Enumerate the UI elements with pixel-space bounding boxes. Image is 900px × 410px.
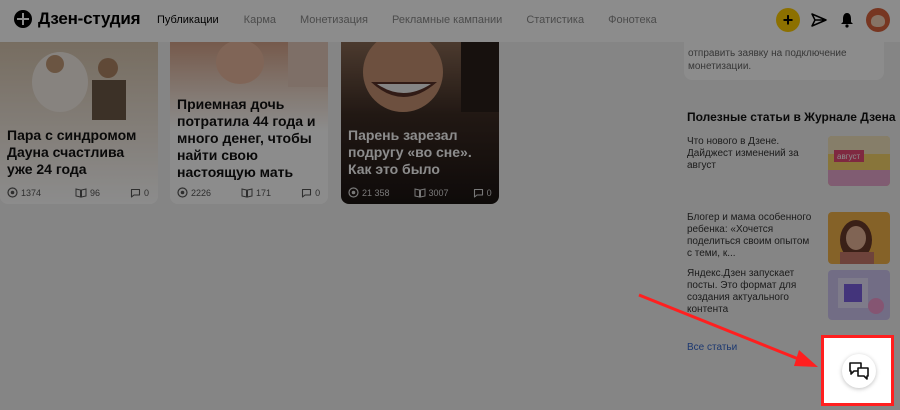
card-image (341, 42, 499, 204)
nav-item-phonoteka[interactable]: Фонотека (608, 14, 657, 26)
article-title[interactable]: Блогер и мама особенного ребенка: «Хочет… (687, 212, 815, 260)
card-stats: 2226 171 0 (177, 187, 320, 198)
logo-text: Дзен-студия (38, 9, 141, 28)
views-icon (348, 187, 359, 198)
views-icon (177, 187, 188, 198)
reads-count: 3007 (428, 187, 449, 198)
card-stats: 1374 96 0 (7, 187, 149, 198)
highlight-frame (821, 335, 894, 406)
publication-card[interactable]: Парень зарезал подругу «во сне». Как это… (341, 42, 499, 204)
thumb-word: август (837, 152, 861, 161)
reads-count: 171 (256, 187, 272, 198)
reads-icon (75, 187, 87, 198)
card-title[interactable]: Приемная дочь потратила 44 года и много … (177, 96, 320, 181)
zen-logo-icon (14, 10, 32, 28)
article-item[interactable]: Блогер и мама особенного ребенка: «Хочет… (687, 212, 897, 264)
article-thumbnail[interactable] (828, 270, 890, 320)
plus-icon: + (782, 9, 794, 30)
top-header: Дзен-студия Публикации Карма Монетизация… (0, 0, 900, 42)
reads-icon (414, 187, 426, 198)
nav-item-ad-campaigns[interactable]: Рекламные кампании (392, 14, 502, 26)
comments-icon (302, 188, 312, 198)
all-articles-link[interactable]: Все статьи (687, 342, 737, 353)
nav-item-monetization[interactable]: Монетизация (300, 14, 368, 26)
avatar[interactable] (866, 8, 890, 32)
article-thumbnail[interactable]: август (828, 136, 890, 186)
reads-icon (241, 187, 253, 198)
views-count: 1374 (21, 187, 42, 198)
header-actions: + (776, 8, 890, 32)
publication-card[interactable]: Приемная дочь потратила 44 года и много … (170, 42, 328, 204)
comments-icon (473, 188, 483, 198)
promo-text: отправить заявку на подключение монетиза… (688, 48, 847, 72)
card-title[interactable]: Парень зарезал подругу «во сне». Как это… (348, 127, 491, 178)
nav-item-karma[interactable]: Карма (244, 14, 276, 26)
views-icon (7, 187, 18, 198)
article-image (828, 270, 890, 320)
bell-icon[interactable] (838, 11, 856, 29)
chat-icon (849, 362, 869, 380)
comments-count: 0 (315, 187, 321, 198)
card-stats: 21 358 3007 0 (348, 187, 492, 198)
publication-card[interactable]: Пара с синдромом Дауна счастлива уже 24 … (0, 42, 158, 204)
create-button[interactable]: + (776, 8, 800, 32)
comments-icon (130, 188, 141, 198)
views-count: 21 358 (362, 187, 390, 198)
article-image (828, 212, 890, 264)
comments-count: 0 (486, 187, 492, 198)
comments-count: 0 (144, 187, 150, 198)
views-count: 2226 (191, 187, 212, 198)
main-nav: Публикации Карма Монетизация Рекламные к… (157, 14, 681, 26)
logo[interactable]: Дзен-студия (14, 9, 141, 29)
section-title: Полезные статьи в Журнале Дзена (687, 110, 896, 124)
nav-item-statistics[interactable]: Статистика (526, 14, 584, 26)
article-image: август (828, 136, 890, 186)
send-icon[interactable] (810, 11, 828, 29)
article-item[interactable]: Яндекс.Дзен запускает посты. Это формат … (687, 268, 897, 320)
article-thumbnail[interactable] (828, 212, 890, 264)
article-title[interactable]: Что нового в Дзене. Дайджест изменений з… (687, 136, 815, 172)
chat-button[interactable] (842, 354, 876, 388)
card-image (0, 42, 158, 204)
card-title[interactable]: Пара с синдромом Дауна счастлива уже 24 … (7, 127, 150, 178)
article-item[interactable]: Что нового в Дзене. Дайджест изменений з… (687, 136, 897, 186)
article-title[interactable]: Яндекс.Дзен запускает посты. Это формат … (687, 268, 815, 316)
reads-count: 96 (90, 187, 101, 198)
nav-item-publications[interactable]: Публикации (157, 14, 219, 26)
